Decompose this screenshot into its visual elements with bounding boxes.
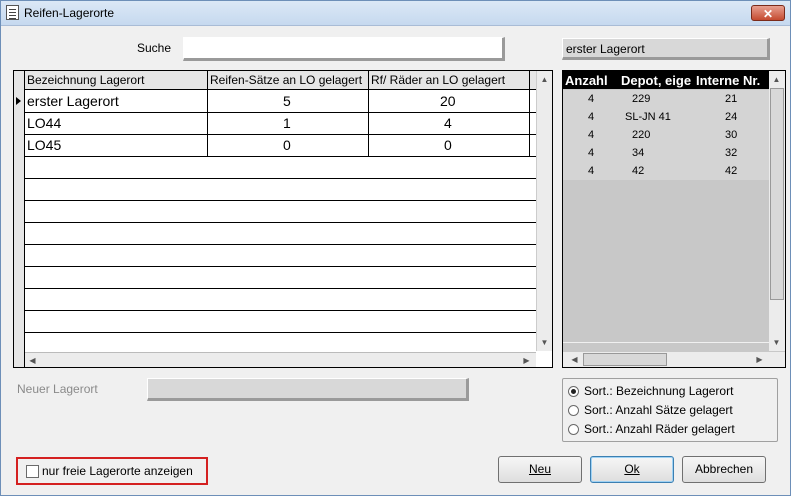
empty-row[interactable] bbox=[563, 288, 769, 307]
scroll-thumb[interactable] bbox=[583, 353, 667, 366]
scroll-down-icon[interactable]: ▼ bbox=[769, 335, 784, 350]
scroll-right-icon[interactable]: ▶ bbox=[752, 352, 767, 367]
sort-by-name-radio[interactable]: Sort.: Bezeichnung Lagerort bbox=[568, 384, 758, 400]
radio-icon bbox=[568, 424, 579, 435]
search-input[interactable] bbox=[183, 37, 505, 61]
sort-options-group: Sort.: Bezeichnung Lagerort Sort.: Anzah… bbox=[562, 378, 778, 442]
empty-row[interactable] bbox=[25, 200, 536, 223]
scroll-down-icon[interactable]: ▼ bbox=[537, 335, 552, 350]
table-row[interactable]: 4 42 42 bbox=[563, 162, 769, 181]
table-row[interactable]: 4 SL-JN 41 24 bbox=[563, 108, 769, 127]
window-title: Reifen-Lagerorte bbox=[24, 6, 115, 20]
cancel-button[interactable]: Abbrechen bbox=[682, 456, 766, 483]
app-icon bbox=[6, 5, 19, 20]
horizontal-scrollbar[interactable]: ◀ ▶ bbox=[25, 352, 536, 367]
dialog-window: Reifen-Lagerorte ✕ Suche erster Lagerort… bbox=[0, 0, 791, 496]
column-header-name[interactable]: Bezeichnung Lagerort bbox=[25, 71, 208, 89]
checkbox-icon[interactable] bbox=[26, 465, 39, 478]
new-button[interactable]: Neu bbox=[498, 456, 582, 483]
scroll-up-icon[interactable]: ▲ bbox=[537, 72, 552, 87]
search-label: Suche bbox=[137, 41, 172, 55]
table-row[interactable]: erster Lagerort 5 20 bbox=[25, 90, 536, 113]
new-location-input[interactable] bbox=[147, 378, 469, 401]
selected-location-field[interactable]: erster Lagerort bbox=[562, 38, 770, 60]
table-header: Anzahl Depot, eige Interne Nr. bbox=[563, 71, 769, 89]
column-header-wheels[interactable]: Rf/ Räder an LO gelagert bbox=[369, 71, 530, 89]
empty-row[interactable] bbox=[25, 244, 536, 267]
row-selector-column[interactable] bbox=[14, 71, 25, 367]
vertical-scrollbar[interactable]: ▲ ▼ bbox=[536, 71, 552, 351]
empty-row[interactable] bbox=[25, 332, 536, 351]
empty-row[interactable] bbox=[25, 266, 536, 289]
table-row[interactable]: LO45 0 0 bbox=[25, 134, 536, 157]
empty-row[interactable] bbox=[563, 324, 769, 343]
sort-by-wheels-radio[interactable]: Sort.: Anzahl Räder gelagert bbox=[568, 422, 758, 438]
table-row[interactable]: 4 220 30 bbox=[563, 126, 769, 145]
selected-location-value: erster Lagerort bbox=[566, 42, 645, 56]
empty-row[interactable] bbox=[563, 252, 769, 271]
empty-row[interactable] bbox=[25, 156, 536, 179]
ok-button[interactable]: Ok bbox=[590, 456, 674, 483]
scroll-right-icon[interactable]: ▶ bbox=[519, 353, 534, 367]
empty-row[interactable] bbox=[563, 306, 769, 325]
scroll-up-icon[interactable]: ▲ bbox=[769, 72, 784, 87]
empty-row[interactable] bbox=[25, 288, 536, 311]
close-button[interactable]: ✕ bbox=[751, 5, 785, 21]
radio-icon bbox=[568, 405, 579, 416]
empty-row[interactable] bbox=[563, 180, 769, 199]
scroll-left-icon[interactable]: ◀ bbox=[567, 352, 582, 367]
current-row-indicator-icon bbox=[16, 97, 21, 105]
table-header: Bezeichnung Lagerort Reifen-Sätze an LO … bbox=[25, 71, 536, 90]
scroll-left-icon[interactable]: ◀ bbox=[25, 353, 40, 367]
vertical-scrollbar[interactable]: ▲ ▼ bbox=[769, 71, 785, 351]
stored-items-table[interactable]: Anzahl Depot, eige Interne Nr. 4 229 21 … bbox=[562, 70, 786, 368]
table-row[interactable]: 4 34 32 bbox=[563, 144, 769, 163]
sort-by-sets-radio[interactable]: Sort.: Anzahl Sätze gelagert bbox=[568, 403, 758, 419]
title-bar: Reifen-Lagerorte ✕ bbox=[1, 1, 790, 26]
column-header-internal[interactable]: Interne Nr. bbox=[696, 73, 768, 88]
empty-row[interactable] bbox=[25, 310, 536, 333]
empty-row[interactable] bbox=[25, 178, 536, 201]
empty-row[interactable] bbox=[563, 216, 769, 235]
horizontal-scrollbar[interactable]: ◀ ▶ bbox=[563, 352, 785, 367]
empty-row[interactable] bbox=[25, 222, 536, 245]
column-header-depot[interactable]: Depot, eige bbox=[621, 73, 693, 88]
column-header-sets[interactable]: Reifen-Sätze an LO gelagert bbox=[208, 71, 369, 89]
radio-selected-icon bbox=[568, 386, 579, 397]
table-row[interactable]: 4 229 21 bbox=[563, 90, 769, 109]
column-header-count[interactable]: Anzahl bbox=[565, 73, 619, 88]
empty-row[interactable] bbox=[563, 234, 769, 253]
empty-row[interactable] bbox=[563, 270, 769, 289]
empty-row[interactable] bbox=[563, 198, 769, 217]
new-location-label: Neuer Lagerort bbox=[17, 382, 98, 396]
table-row[interactable]: LO44 1 4 bbox=[25, 112, 536, 135]
scroll-thumb[interactable] bbox=[770, 88, 784, 300]
only-free-locations-checkbox[interactable]: nur freie Lagerorte anzeigen bbox=[16, 457, 208, 485]
locations-table[interactable]: Bezeichnung Lagerort Reifen-Sätze an LO … bbox=[13, 70, 553, 368]
